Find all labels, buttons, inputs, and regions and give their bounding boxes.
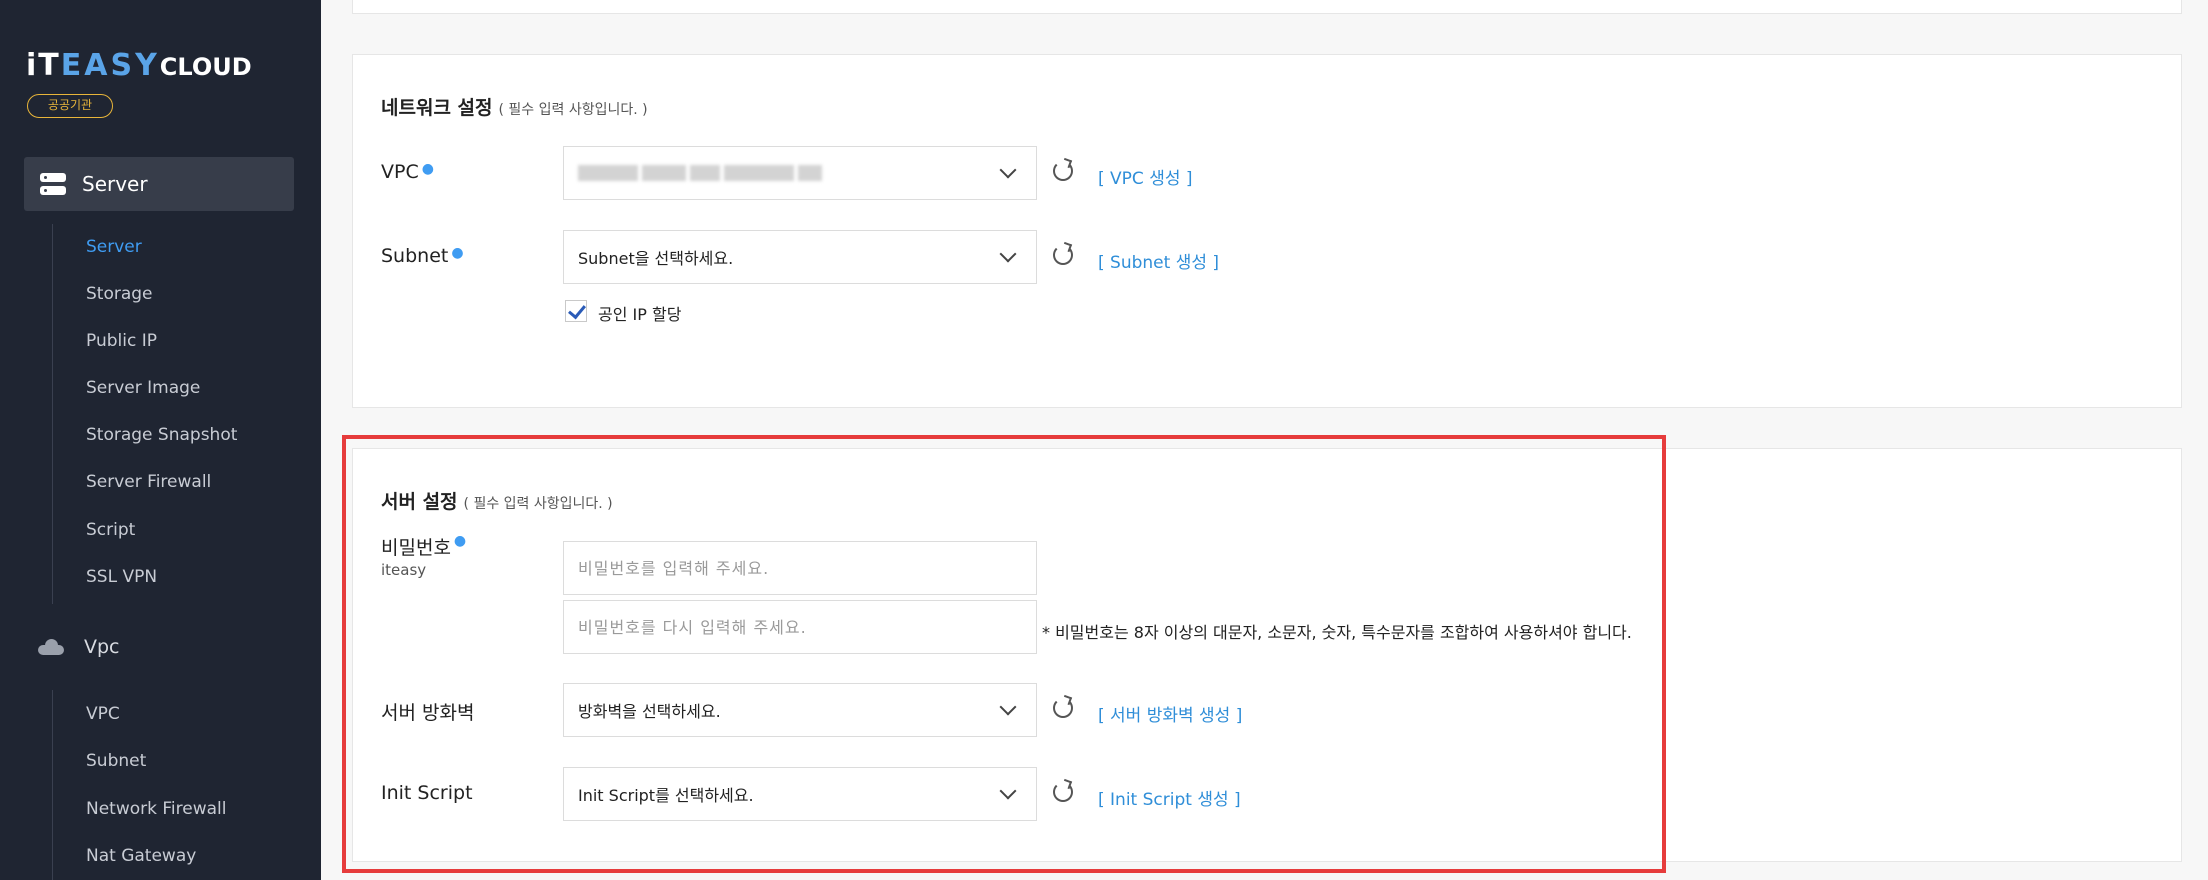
init-script-refresh-icon[interactable] <box>1053 782 1073 802</box>
server-settings-title-text: 서버 설정 <box>381 491 458 513</box>
password-label-text: 비밀번호 <box>381 537 451 559</box>
init-script-select-value: Init Script를 선택하세요. <box>578 786 754 805</box>
sidebar: iTEASYCLOUD 공공기관 Server Server Storage P… <box>0 0 321 880</box>
sidebar-menu-vpc-label: Vpc <box>84 636 120 658</box>
create-subnet-link[interactable]: [ Subnet 생성 ] <box>1098 248 1219 273</box>
network-settings-title: 네트워크 설정 ( 필수 입력 사항입니다. ) <box>381 93 648 120</box>
firewall-select-value: 방화벽을 선택하세요. <box>578 702 721 721</box>
logo[interactable]: iTEASYCLOUD <box>26 48 252 83</box>
create-vpc-link[interactable]: [ VPC 생성 ] <box>1098 164 1193 189</box>
sidebar-menu-server-label: Server <box>82 172 148 196</box>
sidebar-item-network-firewall[interactable]: Network Firewall <box>86 799 227 819</box>
public-agency-badge: 공공기관 <box>27 94 113 118</box>
sidebar-item-nat-gateway[interactable]: Nat Gateway <box>86 846 196 866</box>
firewall-select[interactable]: 방화벽을 선택하세요. <box>563 683 1037 737</box>
sidebar-menu-vpc[interactable]: Vpc <box>38 636 120 658</box>
sidebar-menu-server[interactable]: Server <box>24 157 294 211</box>
sidebar-item-ssl-vpn[interactable]: SSL VPN <box>86 567 157 587</box>
submenu-divider <box>52 224 53 604</box>
sidebar-item-server-image[interactable]: Server Image <box>86 378 200 398</box>
sidebar-item-storage[interactable]: Storage <box>86 284 153 304</box>
chevron-down-icon <box>999 245 1017 263</box>
vpc-select[interactable] <box>563 146 1037 200</box>
sidebar-item-storage-snapshot[interactable]: Storage Snapshot <box>86 425 237 445</box>
subnet-select[interactable]: Subnet을 선택하세요. <box>563 230 1037 284</box>
server-icon <box>40 173 66 195</box>
logo-text-easy: EASY <box>60 48 160 83</box>
subnet-label: Subnet ● <box>381 245 464 267</box>
subnet-label-text: Subnet <box>381 245 449 267</box>
create-firewall-link[interactable]: [ 서버 방화벽 생성 ] <box>1098 701 1242 726</box>
required-marker: ● <box>453 533 467 549</box>
chevron-down-icon <box>999 782 1017 800</box>
required-marker: ● <box>421 161 434 177</box>
vpc-refresh-icon[interactable] <box>1053 161 1073 181</box>
password-rule-hint: * 비밀번호는 8자 이상의 대문자, 소문자, 숫자, 특수문자를 조합하여 … <box>1042 623 1632 642</box>
logo-text-it: iT <box>26 48 61 83</box>
vpc-label-text: VPC <box>381 161 419 183</box>
firewall-refresh-icon[interactable] <box>1053 698 1073 718</box>
sidebar-item-public-ip[interactable]: Public IP <box>86 331 157 351</box>
network-settings-note: ( 필수 입력 사항입니다. ) <box>498 102 648 118</box>
sidebar-item-vpc[interactable]: VPC <box>86 704 120 724</box>
password-confirm-input[interactable] <box>563 600 1037 654</box>
previous-section-panel <box>352 0 2182 14</box>
public-ip-label: 공인 IP 할당 <box>598 305 682 324</box>
password-input[interactable] <box>563 541 1037 595</box>
init-script-select[interactable]: Init Script를 선택하세요. <box>563 767 1037 821</box>
public-ip-checkbox[interactable] <box>565 300 587 322</box>
password-username: iteasy <box>381 561 427 579</box>
sidebar-item-script[interactable]: Script <box>86 520 135 540</box>
logo-text-cloud: CLOUD <box>159 53 252 81</box>
sidebar-item-subnet[interactable]: Subnet <box>86 751 146 771</box>
subnet-refresh-icon[interactable] <box>1053 245 1073 265</box>
vpc-selected-value-redacted <box>578 165 822 181</box>
sidebar-item-server[interactable]: Server <box>86 237 142 257</box>
init-script-label: Init Script <box>381 782 473 804</box>
chevron-down-icon <box>999 161 1017 179</box>
firewall-label: 서버 방화벽 <box>381 702 475 724</box>
vpc-label: VPC ● <box>381 161 434 183</box>
server-settings-note: ( 필수 입력 사항입니다. ) <box>463 496 613 512</box>
server-settings-title: 서버 설정 ( 필수 입력 사항입니다. ) <box>381 487 613 514</box>
required-marker: ● <box>451 245 464 261</box>
password-label: 비밀번호 ● <box>381 533 466 560</box>
chevron-down-icon <box>999 698 1017 716</box>
submenu-divider <box>52 690 53 880</box>
create-init-script-link[interactable]: [ Init Script 생성 ] <box>1098 785 1241 810</box>
network-settings-title-text: 네트워크 설정 <box>381 97 493 119</box>
sidebar-item-server-firewall[interactable]: Server Firewall <box>86 472 211 492</box>
cloud-icon <box>38 639 64 655</box>
subnet-select-value: Subnet을 선택하세요. <box>578 249 734 268</box>
